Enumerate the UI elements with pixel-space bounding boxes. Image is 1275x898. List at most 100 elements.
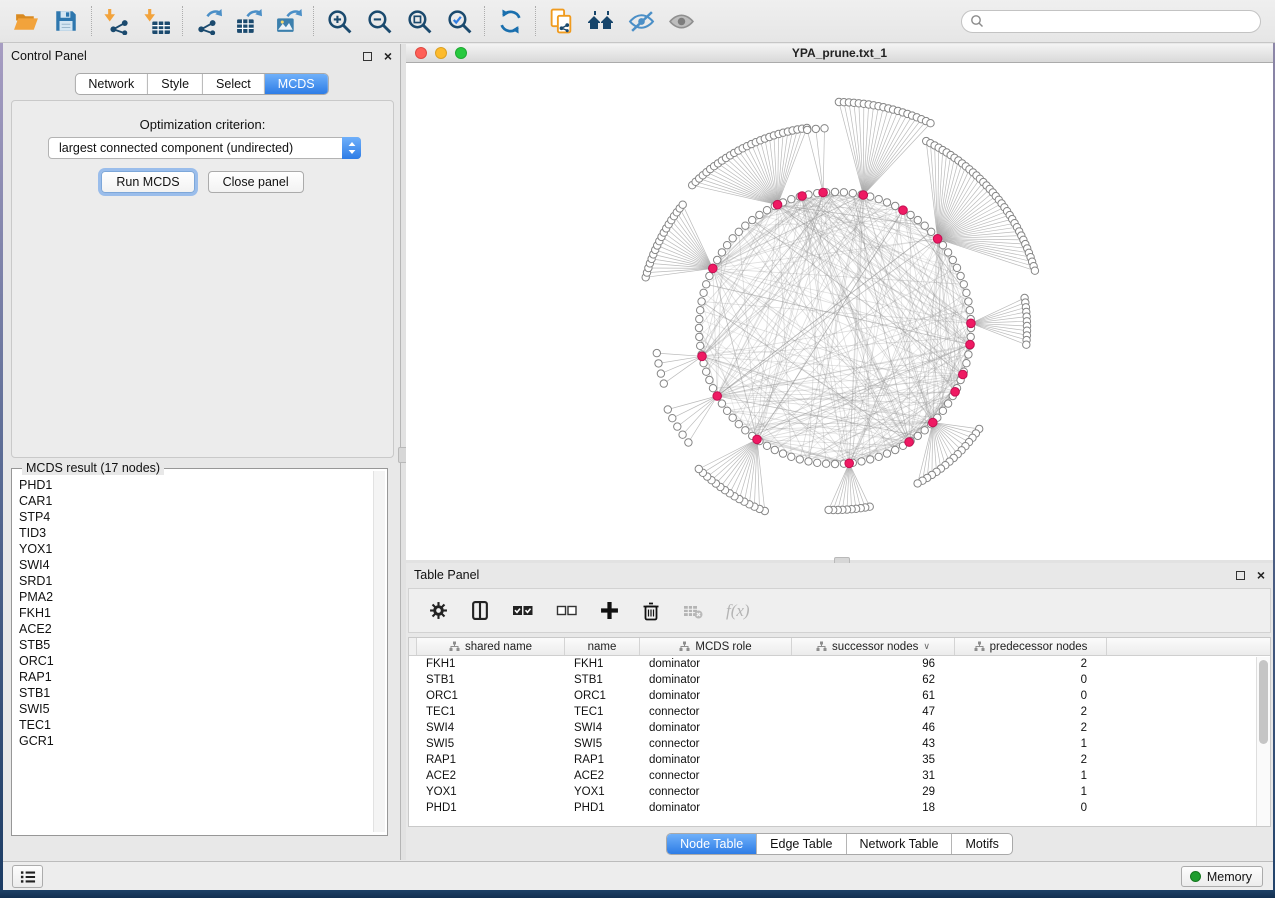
hide-selected-button[interactable] xyxy=(621,3,661,39)
task-history-button[interactable] xyxy=(12,865,43,888)
zoom-out-button[interactable] xyxy=(359,3,399,39)
toolbar-separator xyxy=(535,6,536,36)
mcds-result-item[interactable]: TEC1 xyxy=(19,717,373,733)
select-all-icon[interactable] xyxy=(512,604,533,617)
column-label: shared name xyxy=(465,641,532,653)
table-row[interactable]: PHD1PHD1dominator180 xyxy=(409,800,1270,816)
import-network-button[interactable] xyxy=(97,3,137,39)
column-header-shared-name[interactable]: shared name xyxy=(417,638,565,655)
table-row[interactable]: SWI5SWI5connector431 xyxy=(409,736,1270,752)
tab-mcds[interactable]: MCDS xyxy=(264,74,328,94)
export-table-button[interactable] xyxy=(228,3,268,39)
table-row[interactable]: ORC1ORC1dominator610 xyxy=(409,688,1270,704)
table-row[interactable]: FKH1FKH1dominator962 xyxy=(409,656,1270,672)
search-input[interactable] xyxy=(984,14,1252,28)
memory-status-icon xyxy=(1190,871,1201,882)
tab-node-table[interactable]: Node Table xyxy=(667,834,756,854)
cell-predecessor-nodes: 2 xyxy=(955,706,1107,718)
mcds-result-item[interactable]: RAP1 xyxy=(19,669,373,685)
table-settings-icon[interactable] xyxy=(429,601,448,620)
mcds-result-item[interactable]: PHD1 xyxy=(19,477,373,493)
delete-columns-icon[interactable] xyxy=(642,601,660,621)
column-label: successor nodes xyxy=(832,641,918,653)
mcds-list-scrollbar[interactable] xyxy=(373,471,385,832)
run-mcds-button[interactable]: Run MCDS xyxy=(101,171,194,193)
tab-style[interactable]: Style xyxy=(147,74,202,94)
mcds-tab-content: Optimization criterion: largest connecte… xyxy=(11,100,394,458)
cell-name: FKH1 xyxy=(565,658,640,670)
open-session-icon xyxy=(13,8,40,35)
mcds-result-item[interactable]: STB1 xyxy=(19,685,373,701)
show-all-button[interactable] xyxy=(661,3,701,39)
float-panel-icon[interactable] xyxy=(1236,571,1245,580)
import-table-button[interactable] xyxy=(137,3,177,39)
cell-predecessor-nodes: 1 xyxy=(955,738,1107,750)
tab-network-table[interactable]: Network Table xyxy=(846,834,952,854)
network-canvas[interactable] xyxy=(406,63,1273,560)
refresh-view-button[interactable] xyxy=(490,3,530,39)
memory-button[interactable]: Memory xyxy=(1181,866,1263,887)
mcds-result-item[interactable]: FKH1 xyxy=(19,605,373,621)
table-row[interactable]: STB1STB1dominator620 xyxy=(409,672,1270,688)
column-header-predecessor-nodes[interactable]: predecessor nodes xyxy=(955,638,1107,655)
mcds-result-item[interactable]: STB5 xyxy=(19,637,373,653)
save-session-button[interactable] xyxy=(46,3,86,39)
table-row[interactable]: YOX1YOX1connector291 xyxy=(409,784,1270,800)
column-header-MCDS-role[interactable]: MCDS role xyxy=(640,638,792,655)
add-column-icon[interactable] xyxy=(600,601,619,620)
cell-predecessor-nodes: 2 xyxy=(955,658,1107,670)
mcds-result-item[interactable]: TID3 xyxy=(19,525,373,541)
zoom-fit-button[interactable] xyxy=(399,3,439,39)
cell-shared-name: YOX1 xyxy=(417,786,565,798)
mcds-result-group: MCDS result (17 nodes) PHD1CAR1STP4TID3Y… xyxy=(11,468,388,836)
zoom-out-icon xyxy=(366,8,393,35)
table-row[interactable]: RAP1RAP1dominator352 xyxy=(409,752,1270,768)
cell-name: YOX1 xyxy=(565,786,640,798)
mcds-result-list[interactable]: PHD1CAR1STP4TID3YOX1SWI4SRD1PMA2FKH1ACE2… xyxy=(14,471,373,832)
tab-motifs[interactable]: Motifs xyxy=(951,834,1011,854)
mcds-result-item[interactable]: YOX1 xyxy=(19,541,373,557)
toolbar-separator xyxy=(484,6,485,36)
mcds-result-item[interactable]: ACE2 xyxy=(19,621,373,637)
optimization-criterion-label: Optimization criterion: xyxy=(12,117,393,132)
new-network-from-selection-button[interactable] xyxy=(541,3,581,39)
mcds-result-item[interactable]: GCR1 xyxy=(19,733,373,749)
cell-shared-name: PHD1 xyxy=(417,802,565,814)
table-row[interactable]: SWI4SWI4dominator462 xyxy=(409,720,1270,736)
float-panel-icon[interactable] xyxy=(363,52,372,61)
mcds-result-item[interactable]: STP4 xyxy=(19,509,373,525)
zoom-selected-button[interactable] xyxy=(439,3,479,39)
mcds-result-item[interactable]: SRD1 xyxy=(19,573,373,589)
table-row[interactable]: TEC1TEC1connector472 xyxy=(409,704,1270,720)
tab-select[interactable]: Select xyxy=(202,74,264,94)
zoom-in-button[interactable] xyxy=(319,3,359,39)
mcds-result-item[interactable]: SWI5 xyxy=(19,701,373,717)
cell-predecessor-nodes: 0 xyxy=(955,690,1107,702)
table-row[interactable]: ACE2ACE2connector311 xyxy=(409,768,1270,784)
optimization-criterion-select[interactable]: largest connected component (undirected) xyxy=(48,137,361,159)
sort-descending-icon: ∨ xyxy=(923,641,930,652)
close-panel-icon[interactable]: × xyxy=(1257,571,1265,580)
open-session-button[interactable] xyxy=(6,3,46,39)
export-image-button[interactable] xyxy=(268,3,308,39)
mcds-result-item[interactable]: SWI4 xyxy=(19,557,373,573)
column-header-name[interactable]: name xyxy=(565,638,640,655)
search-box[interactable] xyxy=(961,10,1261,33)
tab-network[interactable]: Network xyxy=(75,74,147,94)
mcds-result-item[interactable]: ORC1 xyxy=(19,653,373,669)
import-network-icon xyxy=(104,8,131,35)
optimization-criterion-value: largest connected component (undirected) xyxy=(49,141,342,155)
export-network-button[interactable] xyxy=(188,3,228,39)
deselect-all-icon[interactable] xyxy=(556,604,577,617)
table-scrollbar[interactable] xyxy=(1256,657,1270,826)
first-neighbors-button[interactable] xyxy=(581,3,621,39)
close-panel-button[interactable]: Close panel xyxy=(208,171,304,193)
close-panel-icon[interactable]: × xyxy=(384,52,392,61)
mcds-result-item[interactable]: CAR1 xyxy=(19,493,373,509)
mcds-result-item[interactable]: PMA2 xyxy=(19,589,373,605)
column-header-successor-nodes[interactable]: successor nodes ∨ xyxy=(792,638,955,655)
table-scrollbar-thumb[interactable] xyxy=(1259,660,1268,744)
toggle-columns-icon[interactable] xyxy=(471,601,489,620)
tab-edge-table[interactable]: Edge Table xyxy=(756,834,845,854)
toolbar-separator xyxy=(182,6,183,36)
